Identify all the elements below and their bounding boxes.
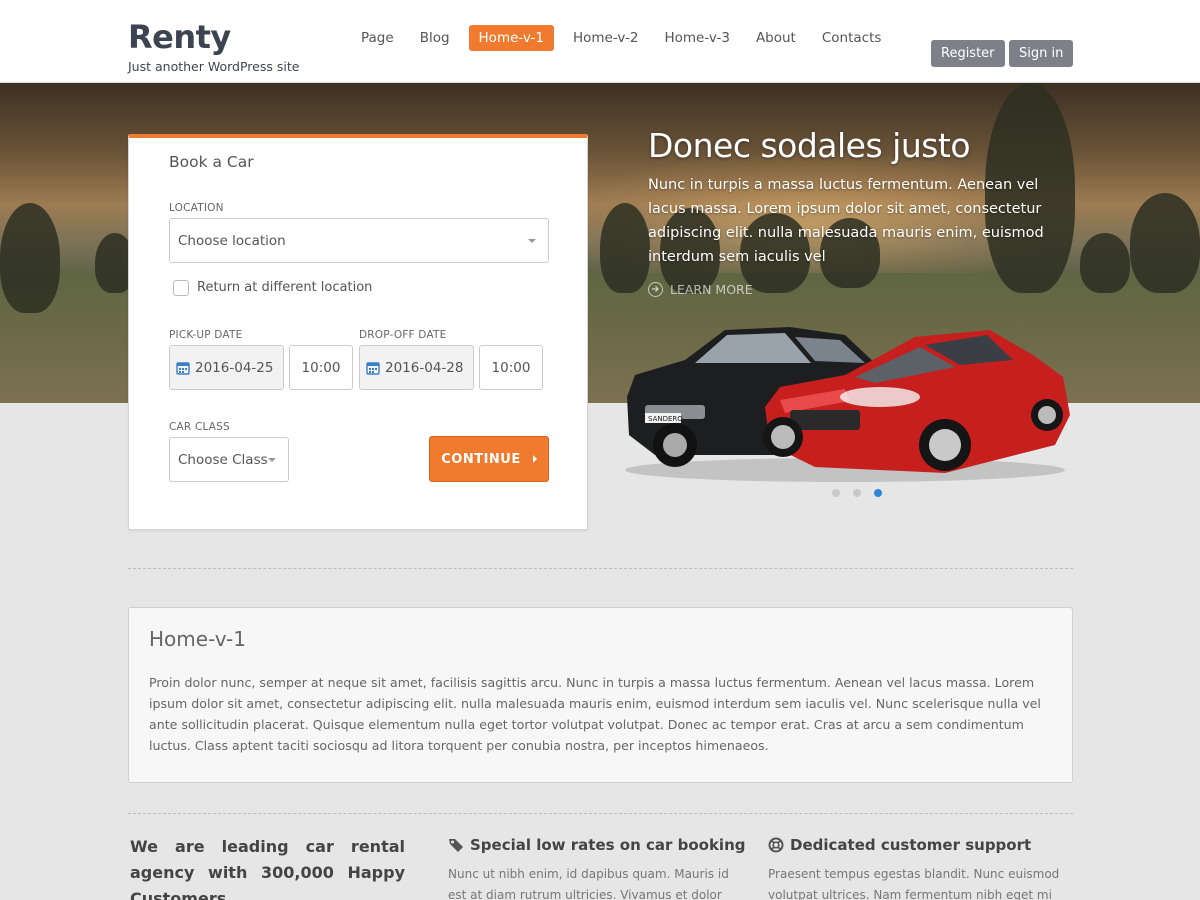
- nav-item-about[interactable]: About: [743, 25, 809, 51]
- dropoff-date-value: 2016-04-28: [385, 359, 464, 376]
- return-different-checkbox[interactable]: [173, 280, 189, 296]
- main-nav: Page Blog Home-v-1 Home-v-2 Home-v-3 Abo…: [348, 25, 894, 51]
- divider: [128, 813, 1073, 814]
- car-class-label: CAR CLASS: [169, 421, 230, 433]
- chevron-right-icon: [532, 455, 537, 463]
- location-label: LOCATION: [169, 202, 224, 214]
- feature-support-title: Dedicated customer support: [790, 836, 1032, 854]
- arrow-circle-icon: [648, 282, 663, 297]
- features-lead: We are leading car rental agency with 30…: [130, 837, 405, 900]
- feature-rates-title: Special low rates on car booking: [470, 836, 746, 854]
- slide-text: Nunc in turpis a massa luctus fermentum.…: [648, 177, 1044, 265]
- site-header: Renty Just another WordPress site Page B…: [0, 0, 1200, 83]
- tree-shape: [1130, 193, 1200, 293]
- car-plate: SANDERO: [648, 415, 683, 423]
- chevron-down-icon: [528, 238, 536, 243]
- calendar-icon: [176, 361, 190, 375]
- learn-more-link[interactable]: LEARN MORE: [648, 282, 753, 297]
- calendar-icon: [366, 361, 380, 375]
- slider-dot[interactable]: [853, 489, 861, 497]
- slide-title: Donec sodales justo: [648, 126, 971, 165]
- pickup-time-input[interactable]: 10:00: [289, 345, 353, 390]
- pickup-time-value: 10:00: [301, 359, 341, 376]
- tree-shape: [1080, 233, 1130, 293]
- register-button[interactable]: Register: [931, 40, 1005, 67]
- site-tagline: Just another WordPress site: [128, 59, 300, 74]
- car-class-value: Choose Class: [178, 451, 268, 468]
- signin-button[interactable]: Sign in: [1009, 40, 1074, 67]
- booking-form: Book a Car LOCATION Choose location Retu…: [128, 134, 588, 530]
- pickup-date-value: 2016-04-25: [195, 359, 274, 376]
- nav-item-page[interactable]: Page: [348, 25, 407, 51]
- booking-title: Book a Car: [169, 153, 254, 171]
- content-title: Home-v-1: [149, 627, 246, 651]
- nav-item-home-v-1[interactable]: Home-v-1: [468, 25, 554, 51]
- continue-button[interactable]: CONTINUE: [429, 436, 549, 482]
- learn-more-label: LEARN MORE: [670, 282, 753, 297]
- feature-rates-text: Nunc ut nibh enim, id dapibus quam. Maur…: [448, 867, 729, 900]
- pickup-date-label: PICK-UP DATE: [169, 329, 243, 341]
- feature-rates: Special low rates on car booking Nunc ut…: [448, 836, 748, 900]
- tag-icon: [449, 839, 463, 852]
- tree-shape: [0, 203, 60, 313]
- nav-item-home-v-2[interactable]: Home-v-2: [560, 25, 651, 51]
- dropoff-date-input[interactable]: 2016-04-28: [359, 345, 474, 390]
- tree-shape: [600, 203, 650, 293]
- nav-item-contacts[interactable]: Contacts: [809, 25, 895, 51]
- feature-support: Dedicated customer support Praesent temp…: [768, 836, 1068, 900]
- cars-image: SANDERO: [625, 327, 1070, 482]
- feature-rates-heading: Special low rates on car booking: [448, 836, 748, 854]
- slider-dots: [832, 489, 895, 497]
- dropoff-date-label: DROP-OFF DATE: [359, 329, 447, 341]
- nav-item-blog[interactable]: Blog: [407, 25, 463, 51]
- dropoff-time-input[interactable]: 10:00: [479, 345, 543, 390]
- site-logo[interactable]: Renty: [128, 18, 231, 56]
- content-body: Proin dolor nunc, semper at neque sit am…: [149, 675, 1041, 753]
- divider: [128, 568, 1073, 569]
- slider-dot-active[interactable]: [874, 489, 882, 497]
- slider-dot[interactable]: [832, 489, 840, 497]
- car-class-select[interactable]: Choose Class: [169, 437, 289, 482]
- location-select[interactable]: Choose location: [169, 218, 549, 263]
- feature-support-heading: Dedicated customer support: [768, 836, 1068, 854]
- dropoff-time-value: 10:00: [491, 359, 531, 376]
- lifebuoy-icon: [768, 837, 784, 853]
- content-box: Home-v-1 Proin dolor nunc, semper at neq…: [128, 607, 1073, 783]
- nav-item-home-v-3[interactable]: Home-v-3: [651, 25, 742, 51]
- location-value: Choose location: [178, 232, 286, 249]
- return-different-label: Return at different location: [197, 280, 373, 295]
- feature-support-text: Praesent tempus egestas blandit. Nunc eu…: [768, 867, 1060, 900]
- continue-label: CONTINUE: [441, 451, 521, 467]
- pickup-date-input[interactable]: 2016-04-25: [169, 345, 284, 390]
- chevron-down-icon: [268, 457, 276, 462]
